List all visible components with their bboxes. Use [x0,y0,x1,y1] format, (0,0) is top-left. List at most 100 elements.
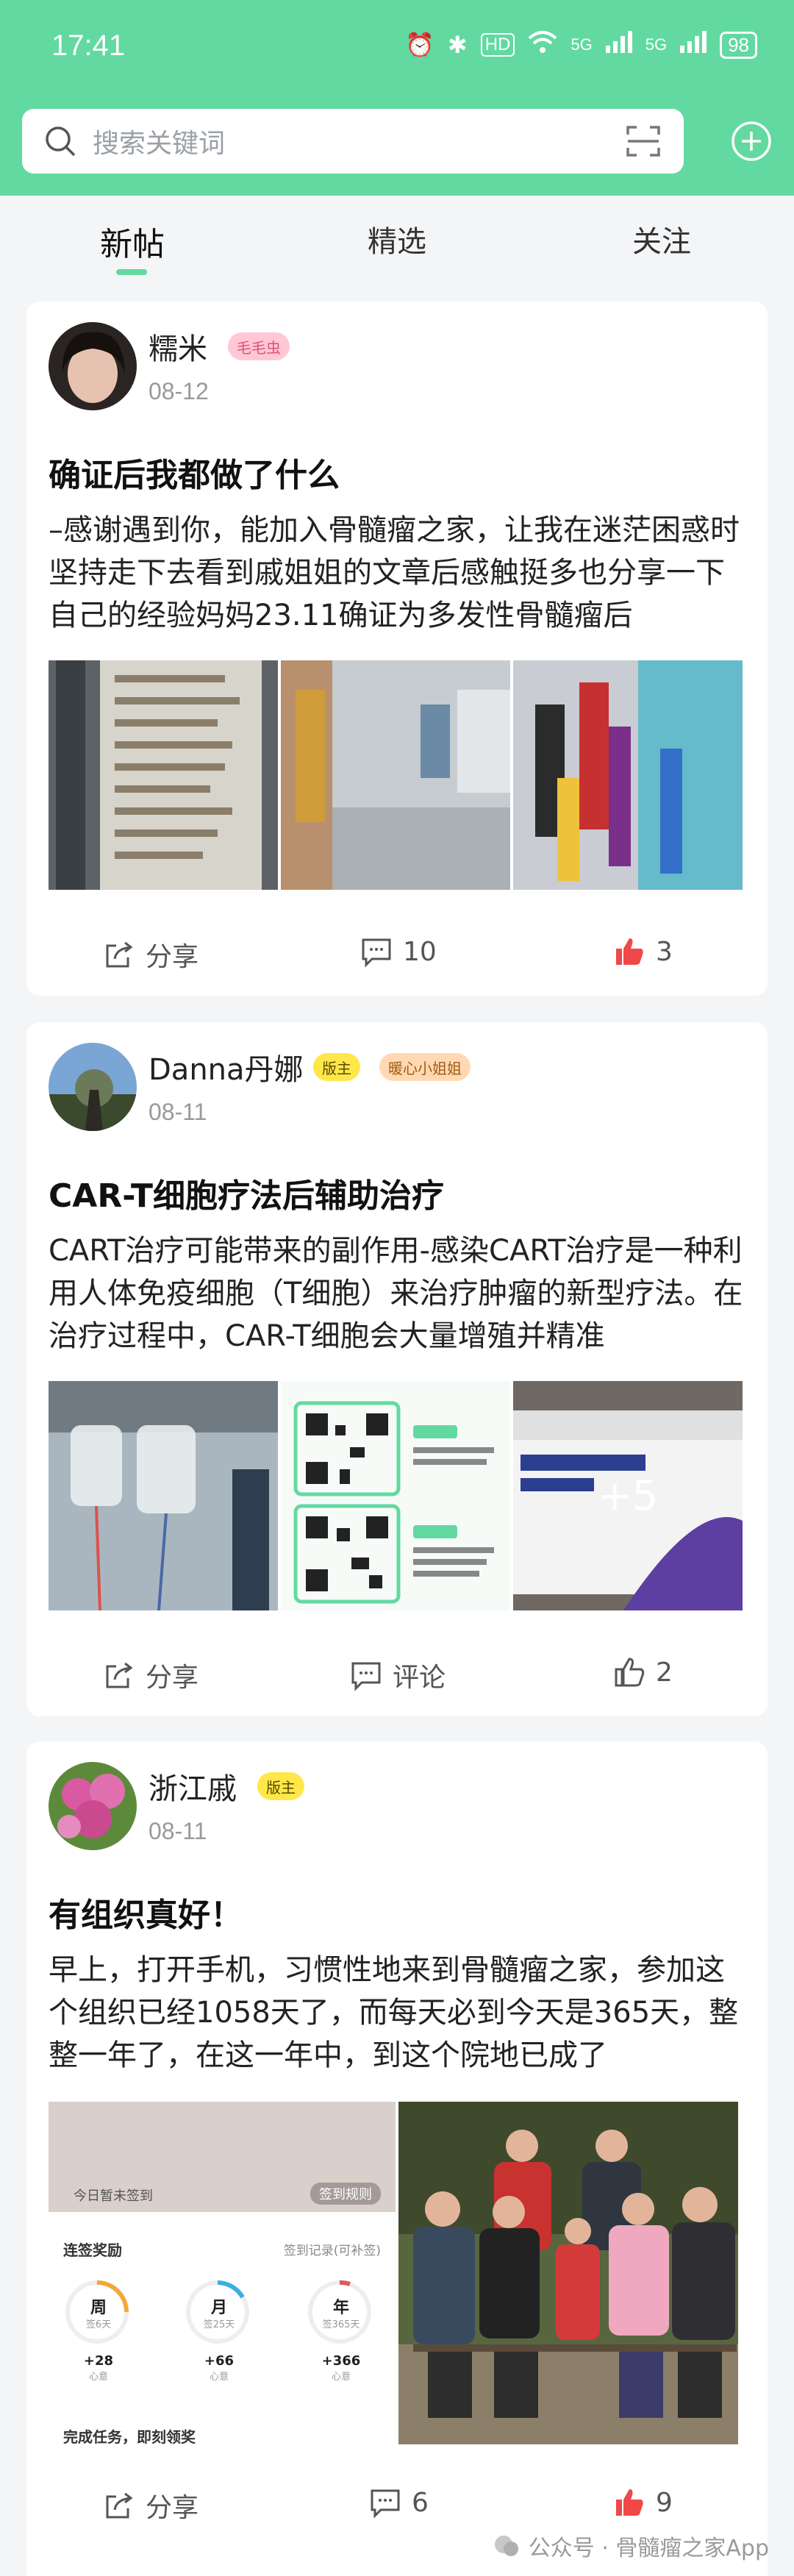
post-actions: 分享 评论 2 [26,1630,768,1716]
comment-count: 6 [412,2487,429,2518]
wifi-icon [528,29,557,60]
post-card[interactable]: 糯米 毛毛虫 08-12 确证后我都做了什么 –感谢遇到你，能加入骨髓瘤之家，让… [26,302,768,996]
post-image[interactable] [281,660,510,890]
more-images-count[interactable]: +5 [513,1381,743,1610]
signal-5g-label-2: 5G [645,35,668,54]
post-image[interactable] [398,2102,738,2444]
streak-week: 周 签6天 +28 心意 [63,2278,134,2383]
post-date: 08-12 [149,378,209,404]
streak-month-unit: 心意 [209,2372,229,2383]
streak-month-name: 月 [210,2299,227,2317]
search-icon [46,126,76,157]
username[interactable]: 糯米 [149,325,207,368]
bluetooth-icon: ✱ [447,32,468,58]
share-icon [106,941,133,968]
like-count: 9 [656,2487,673,2518]
post-actions: 分享 10 3 [26,909,768,996]
post-image[interactable]: +5 [513,1381,743,1610]
username[interactable]: 浙江戚 [149,1765,237,1808]
post-title[interactable]: CAR-T细胞疗法后辅助治疗 [49,1169,444,1216]
comment-label: 评论 [393,1663,446,1693]
post-title[interactable]: 确证后我都做了什么 [49,449,340,496]
status-time: 17:41 [51,29,126,62]
streak-month-reward: +66 [204,2353,235,2369]
comment-icon [371,2489,400,2519]
post-date: 08-11 [149,1818,207,1844]
streak-week-name: 周 [90,2299,107,2317]
wechat-icon [494,2536,518,2556]
avatar[interactable] [49,1043,137,1131]
post-image[interactable] [513,660,743,890]
share-label: 分享 [146,1663,199,1693]
streak-month: 月 签25天 +66 心意 [184,2278,254,2383]
avatar[interactable] [49,322,137,410]
avatar[interactable] [49,1762,137,1850]
tab-featured[interactable]: 精选 [323,218,471,260]
share-button[interactable]: 分享 [103,1656,198,1694]
status-bar: 17:41 ⏰ ✱ HD 5G 5G 98 [0,0,794,96]
streak-month-sub: 签25天 [203,2319,235,2330]
post-excerpt[interactable]: CART治疗可能带来的副作用-感染CART治疗是一种利用人体免疫细胞（T细胞）来… [49,1230,747,1357]
post-card[interactable]: Danna丹娜 版主 暖心小姐姐 08-11 CAR-T细胞疗法后辅助治疗 CA… [26,1022,768,1716]
tab-new[interactable]: 新帖 [59,218,206,265]
streak-year-unit: 心意 [331,2372,351,2383]
post-images: 今日暂未签到 签到规则 连签奖励 签到记录(可补签) 周 签6天 +28 心意 … [49,2102,738,2444]
streak-year: 年 签365天 +366 心意 [306,2278,376,2383]
post-image[interactable] [49,660,278,890]
scan-icon[interactable] [626,124,660,158]
post-excerpt[interactable]: 早上，打开手机，习惯性地来到骨髓瘤之家，参加这个组织已经1058天了，而每天必到… [49,1949,747,2077]
header: 17:41 ⏰ ✱ HD 5G 5G 98 搜索关键词 [0,0,794,196]
post-title[interactable]: 有组织真好！ [49,1888,243,1935]
share-icon [106,1662,133,1688]
comment-button[interactable]: 10 [360,935,437,968]
share-icon [106,2492,133,2519]
signal-icon [605,31,632,59]
share-label: 分享 [146,2493,199,2523]
streak-week-unit: 心意 [88,2372,108,2383]
feed-tabs: 新帖 精选 关注 [0,196,794,282]
checkin-record: 签到记录(可补签) [283,2244,381,2258]
post-card[interactable]: 浙江戚 版主 08-11 有组织真好！ 早上，打开手机，习惯性地来到骨髓瘤之家，… [26,1741,768,2576]
like-button[interactable]: 9 [613,2486,673,2519]
tab-following[interactable]: 关注 [588,218,735,260]
signal-5g-label: 5G [571,35,593,54]
streak-week-reward: +28 [83,2353,114,2369]
checkin-status: 今日暂未签到 [74,2188,153,2204]
thumbs-up-icon [616,2489,643,2516]
like-button[interactable]: 3 [613,935,673,968]
user-badge: 暖心小姐姐 [379,1053,471,1081]
thumbs-up-icon [616,938,643,965]
streak-year-sub: 签365天 [322,2319,360,2330]
post-excerpt[interactable]: –感谢遇到你，能加入骨髓瘤之家，让我在迷茫困惑时坚持走下去看到戚姐姐的文章后感触… [49,509,747,637]
username[interactable]: Danna丹娜 [149,1046,304,1088]
share-button[interactable]: 分享 [103,935,198,974]
watermark-text: 公众号 · 骨髓瘤之家App [528,2536,769,2561]
post-date: 08-11 [149,1099,207,1125]
active-tab-indicator [116,269,147,275]
signal-icon-2 [680,31,707,59]
user-badge: 毛毛虫 [228,332,290,360]
streak-week-sub: 签6天 [85,2319,112,2330]
comment-icon [351,1662,381,1691]
like-button[interactable]: 2 [613,1656,673,1688]
share-button[interactable]: 分享 [103,2486,198,2525]
watermark: 公众号 · 骨髓瘤之家App [492,2530,769,2562]
streak-year-name: 年 [332,2299,349,2317]
post-image[interactable]: 今日暂未签到 签到规则 连签奖励 签到记录(可补签) 周 签6天 +28 心意 … [49,2102,396,2444]
thumbs-up-icon [615,1658,645,1687]
share-label: 分享 [146,942,199,972]
search-input[interactable]: 搜索关键词 [93,122,225,160]
moderator-badge: 版主 [257,1772,304,1800]
search-bar[interactable]: 搜索关键词 [22,109,684,174]
checkin-rule: 签到规则 [310,2183,381,2205]
post-images [49,660,743,890]
post-image[interactable] [281,1381,510,1610]
comment-icon [362,938,391,968]
battery-icon: 98 [720,31,757,59]
streak-year-reward: +366 [321,2353,361,2369]
comment-button[interactable]: 评论 [350,1656,446,1694]
alarm-icon: ⏰ [405,32,434,58]
post-image[interactable] [49,1381,278,1610]
comment-button[interactable]: 6 [369,2486,429,2519]
add-post-icon[interactable] [731,121,772,162]
